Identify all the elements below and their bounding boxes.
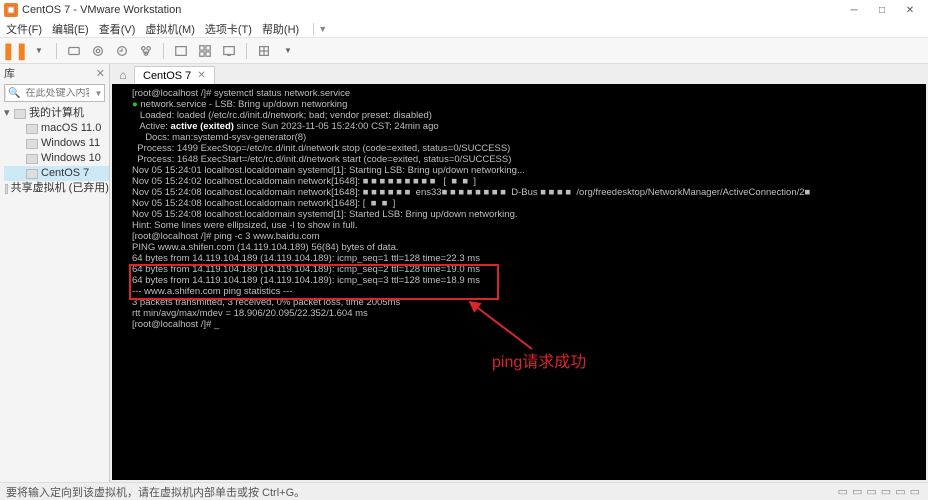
status-device-icon[interactable]: ▭	[852, 485, 862, 498]
terminal-output: [root@localhost /]# systemctl status net…	[132, 88, 922, 330]
expand-icon[interactable]: ▾	[4, 106, 14, 121]
send-ctrl-alt-del-button[interactable]	[65, 42, 83, 60]
search-icon: 🔍	[5, 88, 22, 99]
sidebar-header: 库 ✕	[0, 64, 109, 82]
home-tab-icon[interactable]: ⌂	[114, 66, 132, 84]
status-device-icon[interactable]: ▭	[881, 485, 891, 498]
vm-icon	[26, 139, 38, 149]
manage-snapshot-button[interactable]	[137, 42, 155, 60]
separator	[246, 43, 247, 59]
tab-centos7[interactable]: CentOS 7 ✕	[134, 66, 215, 84]
tree-my-computer[interactable]: ▾ 我的计算机	[4, 106, 109, 121]
computer-icon	[14, 109, 26, 119]
separator	[163, 43, 164, 59]
fullscreen-button[interactable]	[172, 42, 190, 60]
titlebar: CentOS 7 - VMware Workstation ─ □ ✕	[0, 0, 928, 20]
sidebar-close-icon[interactable]: ✕	[96, 67, 105, 80]
tree-label: Windows 11	[41, 136, 100, 151]
tab-close-icon[interactable]: ✕	[197, 70, 205, 81]
content-area: ⌂ CentOS 7 ✕ [root@localhost /]# systemc…	[110, 64, 928, 482]
tab-label: CentOS 7	[143, 70, 191, 82]
tree-item-macos[interactable]: macOS 11.0	[4, 121, 109, 136]
unity-button[interactable]	[196, 42, 214, 60]
vm-icon	[26, 154, 38, 164]
snapshot-button[interactable]	[89, 42, 107, 60]
pause-button[interactable]: ❚❚	[6, 42, 24, 60]
vm-icon	[26, 169, 38, 179]
menu-view[interactable]: 查看(V)	[99, 21, 136, 37]
status-device-icon[interactable]: ▭	[838, 485, 848, 498]
status-device-icon[interactable]: ▭	[866, 485, 876, 498]
library-tree: ▾ 我的计算机 macOS 11.0 Windows 11 Windows 10…	[0, 104, 109, 198]
vmware-icon	[4, 3, 18, 17]
tree-label: Windows 10	[41, 151, 101, 166]
shared-icon	[5, 184, 8, 194]
menu-help[interactable]: 帮助(H)	[262, 21, 299, 37]
menu-vm[interactable]: 虚拟机(M)	[145, 21, 195, 37]
tree-label: 共享虚拟机 (已弃用)	[11, 181, 109, 196]
stretch-button[interactable]	[255, 42, 273, 60]
tree-label: 我的计算机	[29, 106, 84, 121]
tabstrip: ⌂ CentOS 7 ✕	[110, 64, 928, 84]
revert-snapshot-button[interactable]	[113, 42, 131, 60]
tree-item-win11[interactable]: Windows 11	[4, 136, 109, 151]
console-button[interactable]	[220, 42, 238, 60]
statusbar-text: 要将输入定向到该虚拟机，请在虚拟机内部单击或按 Ctrl+G。	[6, 484, 305, 500]
status-device-icon[interactable]: ▭	[910, 485, 920, 498]
main-area: 库 ✕ 🔍 ▼ ▾ 我的计算机 macOS 11.0 Windows 11	[0, 64, 928, 482]
toolbar-dropdown-icon[interactable]: ▼	[318, 24, 327, 34]
separator	[56, 43, 57, 59]
menu-file[interactable]: 文件(F)	[6, 21, 42, 37]
menubar: 文件(F) 编辑(E) 查看(V) 虚拟机(M) 选项卡(T) 帮助(H) ▼	[0, 20, 928, 38]
sidebar-title: 库	[4, 65, 15, 81]
sidebar-search[interactable]: 🔍 ▼	[4, 84, 105, 102]
menu-separator	[313, 23, 314, 35]
menu-tabs[interactable]: 选项卡(T)	[205, 21, 252, 37]
guest-terminal[interactable]: [root@localhost /]# systemctl status net…	[112, 84, 926, 480]
library-sidebar: 库 ✕ 🔍 ▼ ▾ 我的计算机 macOS 11.0 Windows 11	[0, 64, 110, 482]
statusbar: 要将输入定向到该虚拟机，请在虚拟机内部单击或按 Ctrl+G。 ▭ ▭ ▭ ▭ …	[0, 482, 928, 500]
stretch-dropdown-icon[interactable]: ▼	[279, 42, 297, 60]
maximize-button[interactable]: □	[868, 1, 896, 19]
minimize-button[interactable]: ─	[840, 1, 868, 19]
tree-item-centos7[interactable]: CentOS 7	[4, 166, 109, 181]
status-device-icon[interactable]: ▭	[895, 485, 905, 498]
search-dropdown-icon[interactable]: ▼	[92, 89, 104, 98]
toolbar: ❚❚ ▼ ▼	[0, 38, 928, 64]
tree-item-win10[interactable]: Windows 10	[4, 151, 109, 166]
menu-edit[interactable]: 编辑(E)	[52, 21, 89, 37]
search-input[interactable]	[22, 88, 92, 99]
tree-shared-vms[interactable]: 共享虚拟机 (已弃用)	[4, 181, 109, 196]
tree-label: CentOS 7	[41, 166, 89, 181]
toolbar-dropdown-icon[interactable]: ▼	[30, 42, 48, 60]
close-button[interactable]: ✕	[896, 1, 924, 19]
tree-label: macOS 11.0	[41, 121, 101, 136]
vm-icon	[26, 124, 38, 134]
annotation-text: ping请求成功	[492, 348, 586, 372]
window-title: CentOS 7 - VMware Workstation	[22, 4, 840, 16]
